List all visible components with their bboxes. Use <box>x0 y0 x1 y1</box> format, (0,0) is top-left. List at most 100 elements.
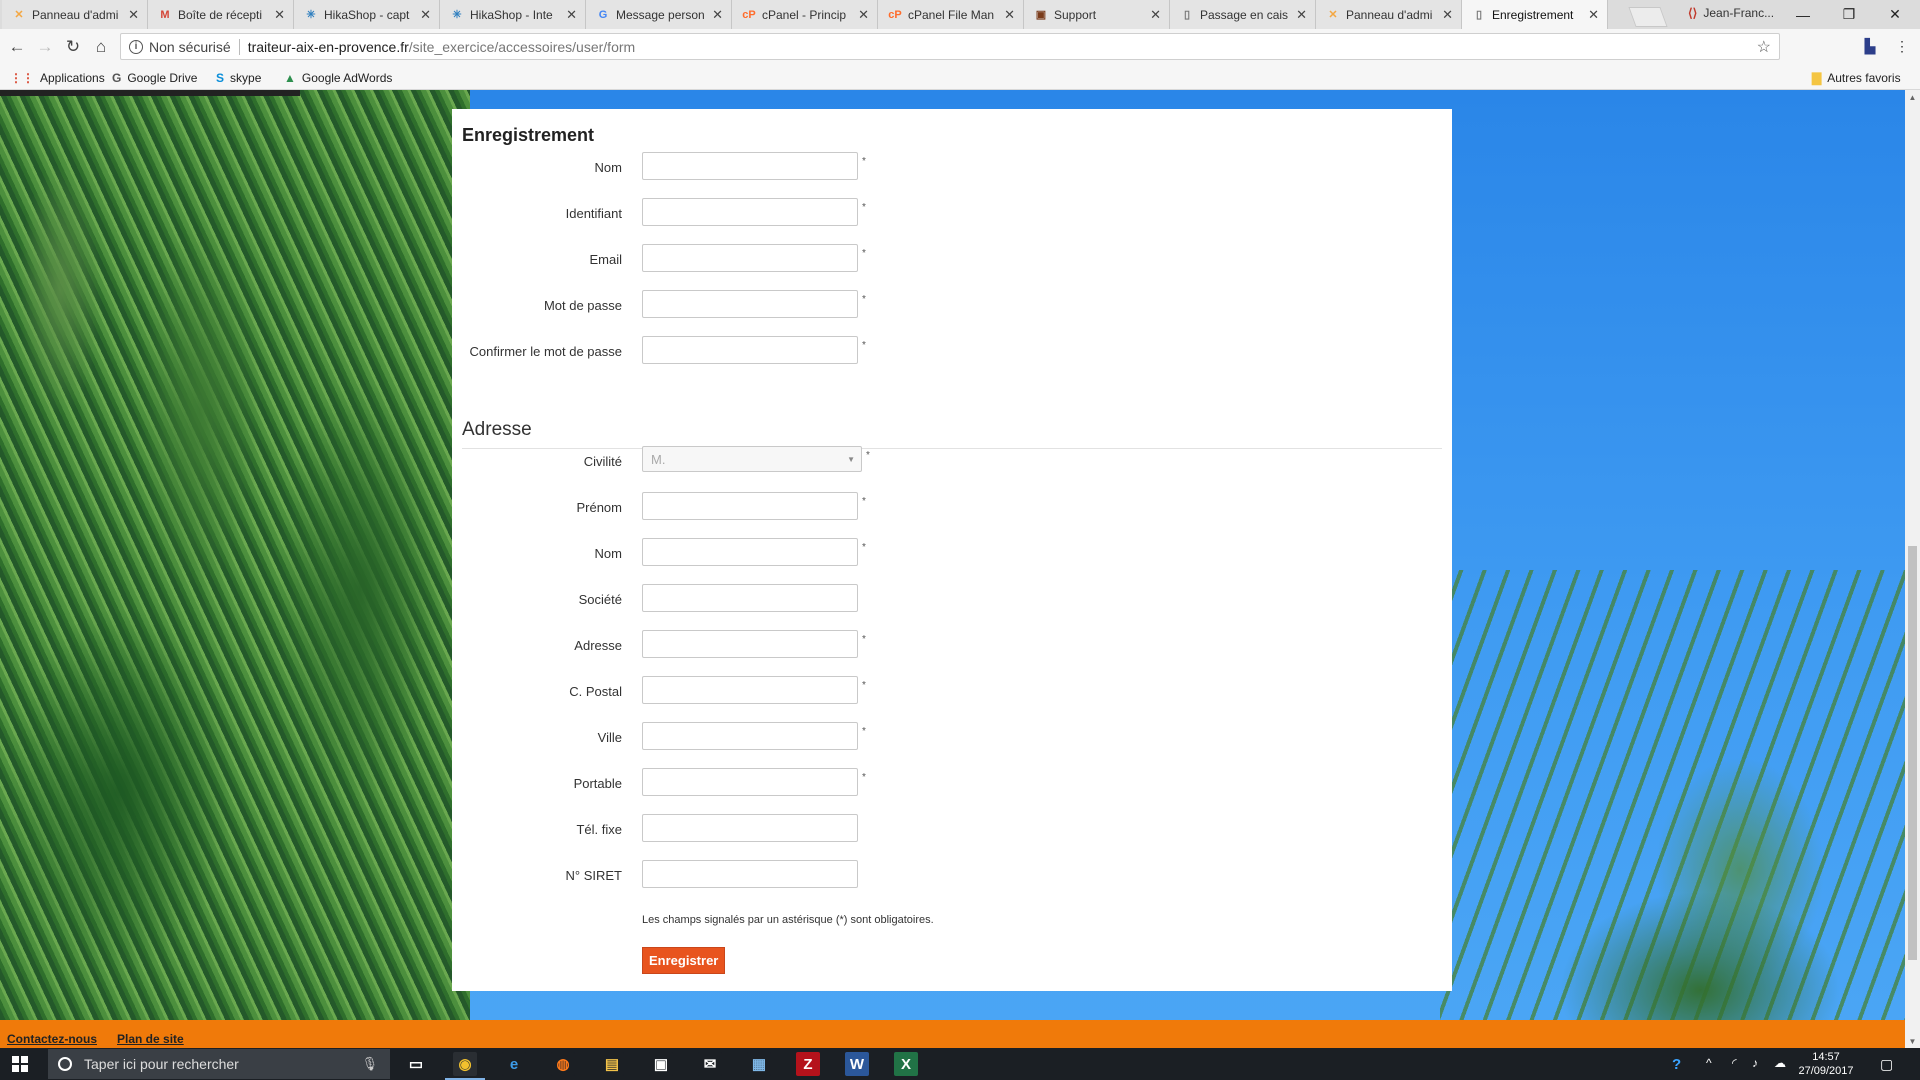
close-tab-icon[interactable]: ✕ <box>420 7 431 23</box>
identifiant-input[interactable] <box>642 198 858 226</box>
onedrive-icon[interactable]: ☁ <box>1774 1056 1786 1070</box>
bookmark-applications[interactable]: ⋮⋮ Applications <box>10 69 105 86</box>
browser-tab-6[interactable]: cP cPanel File Man ✕ <box>878 0 1024 29</box>
c-postal-input[interactable] <box>642 676 858 704</box>
close-tab-icon[interactable]: ✕ <box>858 7 869 23</box>
browser-tab-8[interactable]: ▯ Passage en cais ✕ <box>1170 0 1316 29</box>
joomla-icon: ✕ <box>1328 9 1338 21</box>
taskbar-search[interactable]: Taper ici pour rechercher 🎙 <box>48 1049 390 1079</box>
browser-tab-1[interactable]: M Boîte de récepti ✕ <box>148 0 294 29</box>
tab-title: Panneau d'admi <box>1346 7 1433 22</box>
firefox-icon[interactable]: ◍ <box>551 1052 575 1076</box>
bookmark-skype[interactable]: Sskype <box>216 69 261 86</box>
edge-icon[interactable]: e <box>502 1052 526 1076</box>
confirmer-le-mot-de-passe-input[interactable] <box>642 336 858 364</box>
browser-tab-5[interactable]: cP cPanel - Princip ✕ <box>732 0 878 29</box>
cortana-icon <box>58 1057 72 1071</box>
help-icon[interactable]: ? <box>1672 1056 1681 1073</box>
close-tab-icon[interactable]: ✕ <box>1296 7 1307 23</box>
email-input[interactable] <box>642 244 858 272</box>
portable-input[interactable] <box>642 768 858 796</box>
extension-icon[interactable]: ▙ <box>1860 36 1880 56</box>
nom-input[interactable] <box>642 538 858 566</box>
microphone-icon[interactable]: 🎙 <box>361 1056 378 1072</box>
info-icon[interactable]: i <box>129 39 143 54</box>
tel-fixe-input[interactable] <box>642 814 858 842</box>
required-note: Les champs signalés par un astérisque (*… <box>642 914 934 926</box>
browser-tab-4[interactable]: G Message person ✕ <box>586 0 732 29</box>
bookmark-google-adwords[interactable]: ▲ Google AdWords <box>284 69 392 86</box>
bookmark-google-drive[interactable]: G Google Drive <box>112 69 197 86</box>
field-label: Société <box>578 592 622 607</box>
restore-button[interactable]: ❐ <box>1826 0 1872 29</box>
required-mark: * <box>862 680 866 691</box>
chevron-up-icon[interactable]: ^ <box>1706 1056 1712 1070</box>
tab-title: HikaShop - Inte <box>470 7 553 22</box>
field-row-prenom: Prénom * <box>452 492 1152 522</box>
bookmark-star-icon[interactable]: ☆ <box>1757 37 1771 57</box>
field-row-nom: Nom * <box>452 538 1152 568</box>
profile-button[interactable]: ⟨⟩ Jean-Franc... <box>1688 6 1774 20</box>
file-explorer-icon[interactable]: ▤ <box>600 1052 624 1076</box>
close-tab-icon[interactable]: ✕ <box>274 7 285 23</box>
browser-tab-9[interactable]: ✕ Panneau d'admi ✕ <box>1316 0 1462 29</box>
close-tab-icon[interactable]: ✕ <box>1442 7 1453 23</box>
browser-tab-10[interactable]: ▯ Enregistrement ✕ <box>1462 0 1608 29</box>
remote-desktop-icon[interactable]: ▦ <box>747 1052 771 1076</box>
field-row-n-siret: N° SIRET <box>452 860 1152 890</box>
home-icon[interactable]: ⌂ <box>90 36 112 58</box>
page-scrollbar[interactable]: ▲ ▼ <box>1905 90 1920 1048</box>
register-button[interactable]: Enregistrer <box>642 947 726 974</box>
close-tab-icon[interactable]: ✕ <box>712 7 723 23</box>
joomla-icon: ✕ <box>14 9 24 21</box>
n-siret-input[interactable] <box>642 860 858 888</box>
filezilla-icon[interactable]: Z <box>796 1052 820 1076</box>
browser-tab-7[interactable]: ▣ Support ✕ <box>1024 0 1170 29</box>
back-icon[interactable]: ← <box>6 36 28 58</box>
chrome-icon[interactable]: ◉ <box>445 1052 485 1080</box>
word-icon[interactable]: W <box>845 1052 869 1076</box>
close-tab-icon[interactable]: ✕ <box>1004 7 1015 23</box>
other-bookmarks[interactable]: ▇ Autres favoris <box>1812 69 1901 86</box>
scrollbar-thumb[interactable] <box>1908 546 1917 960</box>
close-tab-icon[interactable]: ✕ <box>128 7 139 23</box>
tab-title: Passage en cais <box>1200 7 1289 22</box>
prenom-input[interactable] <box>642 492 858 520</box>
store-icon[interactable]: ▣ <box>649 1052 673 1076</box>
browser-tab-0[interactable]: ✕ Panneau d'admi ✕ <box>2 0 148 29</box>
forward-icon[interactable]: → <box>34 36 56 58</box>
scroll-down-icon[interactable]: ▼ <box>1905 1034 1920 1048</box>
windows-start-icon[interactable] <box>12 1056 28 1072</box>
notifications-icon[interactable]: ▢ <box>1880 1056 1893 1073</box>
address-bar[interactable]: i Non sécurisé traiteur-aix-en-provence.… <box>120 33 1780 60</box>
footer-link-sitemap[interactable]: Plan de site <box>117 1032 184 1046</box>
excel-icon[interactable]: X <box>894 1052 918 1076</box>
close-tab-icon[interactable]: ✕ <box>1150 7 1161 23</box>
new-tab-button[interactable] <box>1628 7 1668 27</box>
societe-input[interactable] <box>642 584 858 612</box>
mot-de-passe-input[interactable] <box>642 290 858 318</box>
adresse-input[interactable] <box>642 630 858 658</box>
registration-form: Enregistrement Adresse Civilité M. ▼ * L… <box>452 109 1452 991</box>
task-view-icon[interactable]: ▭ <box>404 1052 428 1076</box>
network-icon[interactable]: ◜ <box>1732 1056 1737 1070</box>
clock-time: 14:57 <box>1812 1051 1840 1063</box>
civility-select[interactable]: M. ▼ <box>642 446 862 472</box>
volume-icon[interactable]: ♪ <box>1752 1056 1758 1070</box>
taskbar-clock[interactable]: 14:57 27/09/2017 <box>1796 1050 1856 1078</box>
minimize-button[interactable]: — <box>1780 0 1826 29</box>
browser-tab-3[interactable]: ✳ HikaShop - Inte ✕ <box>440 0 586 29</box>
close-tab-icon[interactable]: ✕ <box>1588 7 1599 23</box>
menu-kebab-icon[interactable]: ⋮ <box>1892 36 1912 56</box>
chevron-down-icon: ▼ <box>847 455 855 464</box>
footer-link-contact[interactable]: Contactez-nous <box>7 1032 97 1046</box>
close-window-button[interactable]: ✕ <box>1872 0 1918 29</box>
mail-icon[interactable]: ✉ <box>698 1052 722 1076</box>
nom-input[interactable] <box>642 152 858 180</box>
required-mark: * <box>862 726 866 737</box>
close-tab-icon[interactable]: ✕ <box>566 7 577 23</box>
browser-tab-2[interactable]: ✳ HikaShop - capt ✕ <box>294 0 440 29</box>
scroll-up-icon[interactable]: ▲ <box>1905 90 1920 104</box>
ville-input[interactable] <box>642 722 858 750</box>
reload-icon[interactable]: ↻ <box>62 36 84 58</box>
